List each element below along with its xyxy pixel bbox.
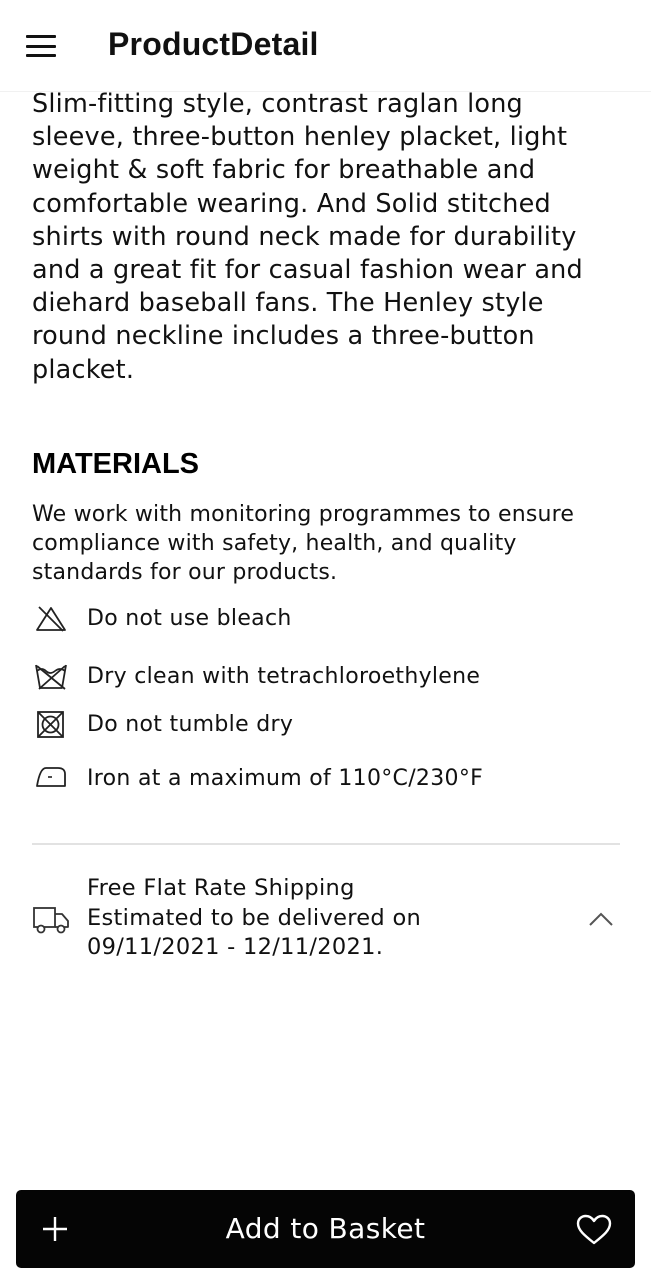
page-title: ProductDetail [108,26,319,62]
delivery-truck-icon [33,907,69,934]
care-label: Do not tumble dry [87,712,294,736]
heart-icon[interactable] [576,1214,612,1246]
shipping-estimate: Estimated to be delivered on [87,904,422,931]
product-description: Slim-fitting style, contrast raglan long… [32,89,583,385]
no-bleach-icon [36,606,66,632]
hamburger-menu-icon[interactable] [24,31,58,61]
materials-heading: MATERIALS [32,448,200,480]
care-item-iron: Iron at a maximum of 110°C/230°F [34,764,614,798]
care-label: Do not use bleach [87,606,292,631]
section-divider [32,843,620,845]
iron-icon [36,767,66,787]
app-bar: ProductDetail [0,0,651,92]
shipping-info[interactable]: Free Flat Rate Shipping Estimated to be … [32,874,622,974]
add-to-basket-button[interactable]: Add to Basket [16,1190,635,1268]
care-label: Dry clean with tetrachloroethylene [87,664,481,689]
shipping-text: Free Flat Rate Shipping Estimated to be … [87,874,421,963]
care-item-dry-clean: Dry clean with tetrachloroethylene [34,662,614,696]
dry-clean-icon [35,664,67,690]
chevron-up-icon[interactable] [588,910,614,928]
no-tumble-dry-icon [37,711,64,738]
add-to-basket-label: Add to Basket [225,1212,426,1245]
materials-text: We work with monitoring programmes to en… [32,502,575,585]
care-item-no-tumble-dry: Do not tumble dry [34,710,614,744]
care-item-no-bleach: Do not use bleach [34,604,614,638]
product-detail-screen: ProductDetail Slim-fitting style, contra… [0,0,651,1280]
care-label: Iron at a maximum of 110°C/230°F [87,766,484,791]
shipping-dates: 09/11/2021 - 12/11/2021. [87,934,384,960]
shipping-title: Free Flat Rate Shipping [87,875,355,901]
